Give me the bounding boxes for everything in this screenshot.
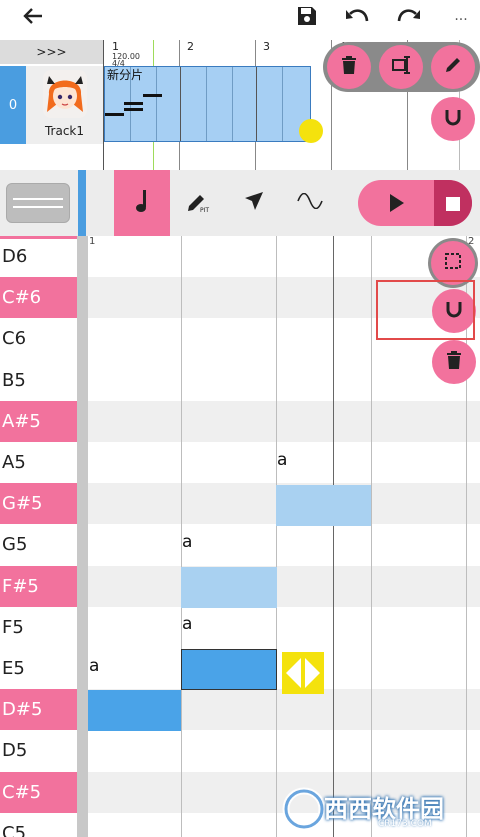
clip-bar-line <box>180 67 181 141</box>
track-name: Track1 <box>44 124 85 138</box>
undo-icon[interactable] <box>342 3 372 29</box>
piano-key[interactable]: C#5 <box>0 771 77 813</box>
pit-label: PIT <box>200 207 210 214</box>
clip-note <box>143 94 162 97</box>
piano-key[interactable]: G#5 <box>0 483 77 525</box>
grid-row <box>88 607 480 648</box>
piano-key[interactable]: A#5 <box>0 400 77 442</box>
redo-icon[interactable] <box>394 3 424 29</box>
grid-row <box>88 360 480 401</box>
clip-beat-line <box>232 67 233 141</box>
transport-group <box>358 180 472 226</box>
clip-name: 新分片 <box>107 68 144 82</box>
play-icon <box>388 194 406 218</box>
clip-bar-line <box>256 67 257 141</box>
play-button[interactable] <box>388 192 406 218</box>
more-icon[interactable]: ... <box>446 3 476 29</box>
clip-beat-line <box>156 67 157 141</box>
select-tool-button[interactable] <box>226 170 282 236</box>
note-lyric: a <box>89 656 100 676</box>
piano-roll[interactable]: 1 2 D6 C#6 C6 B5 A#5 A5 G#5 G5 F#5 F5 E5… <box>0 236 480 837</box>
magnet-icon <box>443 107 463 131</box>
grid-row <box>88 400 480 442</box>
keyboard-divider <box>77 236 88 837</box>
track-index[interactable]: 0 <box>0 66 26 144</box>
clip-beat-line <box>206 67 207 141</box>
stop-button[interactable] <box>434 180 472 226</box>
back-arrow-icon[interactable] <box>18 3 48 29</box>
track-area: >>> 0 Track1 1 2 3 4 5 120.00 <box>0 40 480 170</box>
watermark-sub: CR173.COM <box>378 819 432 829</box>
save-icon[interactable] <box>292 3 322 29</box>
vertical-scroll-handle[interactable] <box>6 183 70 223</box>
clip-tools-group <box>323 42 480 92</box>
note-resize-handle[interactable] <box>282 652 324 694</box>
note-icon <box>134 189 150 217</box>
pencil-icon <box>444 56 462 78</box>
ruler-number: 2 <box>187 40 194 53</box>
beat-line <box>371 236 372 837</box>
trash-icon <box>446 351 462 373</box>
stop-icon <box>446 196 460 215</box>
toolbar-accent <box>78 170 86 236</box>
note-block[interactable] <box>88 689 181 731</box>
note-lyric: a <box>277 450 288 470</box>
note-block[interactable] <box>181 567 277 608</box>
piano-key[interactable]: C5 <box>0 813 77 837</box>
split-clip-button[interactable] <box>379 45 423 89</box>
editor-toolbar: PIT <box>0 170 480 236</box>
piano-key[interactable]: C6 <box>0 318 77 359</box>
track-avatar <box>43 70 87 118</box>
piano-key[interactable]: F#5 <box>0 565 77 607</box>
highlight-box <box>376 280 475 340</box>
delete-note-button-face[interactable] <box>432 340 476 384</box>
pencil-pit-icon: PIT <box>186 191 210 215</box>
track-snap-button[interactable] <box>431 97 475 141</box>
top-bar: ... <box>0 0 480 34</box>
note-lyric: a <box>182 532 193 552</box>
piano-key[interactable]: D#5 <box>0 689 77 731</box>
note-tool-button[interactable] <box>114 170 170 236</box>
piano-key[interactable]: A5 <box>0 442 77 483</box>
track-info[interactable]: Track1 <box>26 66 103 144</box>
curve-tool-button[interactable] <box>282 170 338 236</box>
curve-icon <box>297 192 323 213</box>
clip-note <box>105 113 124 116</box>
watermark: 西西软件园 CR173.COM <box>282 781 480 837</box>
grid-row <box>88 524 480 565</box>
grid-row <box>88 236 480 277</box>
clip-note <box>124 108 143 111</box>
piano-key[interactable]: E5 <box>0 648 77 689</box>
piano-key[interactable]: F5 <box>0 607 77 648</box>
edit-clip-button[interactable] <box>431 45 475 89</box>
split-icon <box>391 55 411 79</box>
piano-key[interactable]: G5 <box>0 524 77 565</box>
piano-key[interactable]: D6 <box>0 236 77 277</box>
trash-icon <box>341 56 357 78</box>
clip-beat-line <box>282 67 283 141</box>
grid-row <box>88 730 480 771</box>
note-block[interactable] <box>276 485 371 526</box>
delete-clip-button[interactable] <box>327 45 371 89</box>
track-clip[interactable]: 新分片 <box>104 66 323 143</box>
piano-key[interactable]: B5 <box>0 360 77 401</box>
playhead-line <box>333 236 334 837</box>
pitch-pencil-tool-button[interactable]: PIT <box>170 170 226 236</box>
measure-number: 1 <box>89 236 96 247</box>
rect-select-button[interactable] <box>431 241 475 285</box>
expand-tracks-button[interactable]: >>> <box>0 40 103 64</box>
note-block[interactable] <box>181 649 277 690</box>
pointer-icon <box>243 190 265 216</box>
select-rect-icon <box>444 252 462 274</box>
piano-key[interactable]: C#6 <box>0 277 77 319</box>
beat-line <box>276 236 277 837</box>
ruler-number: 3 <box>263 40 270 53</box>
piano-key[interactable]: D5 <box>0 730 77 771</box>
grid-row <box>88 565 480 607</box>
note-lyric: a <box>182 614 193 634</box>
clip-note <box>124 102 143 105</box>
delete-note-button[interactable] <box>432 340 476 384</box>
clip-resize-handle[interactable] <box>299 119 323 143</box>
